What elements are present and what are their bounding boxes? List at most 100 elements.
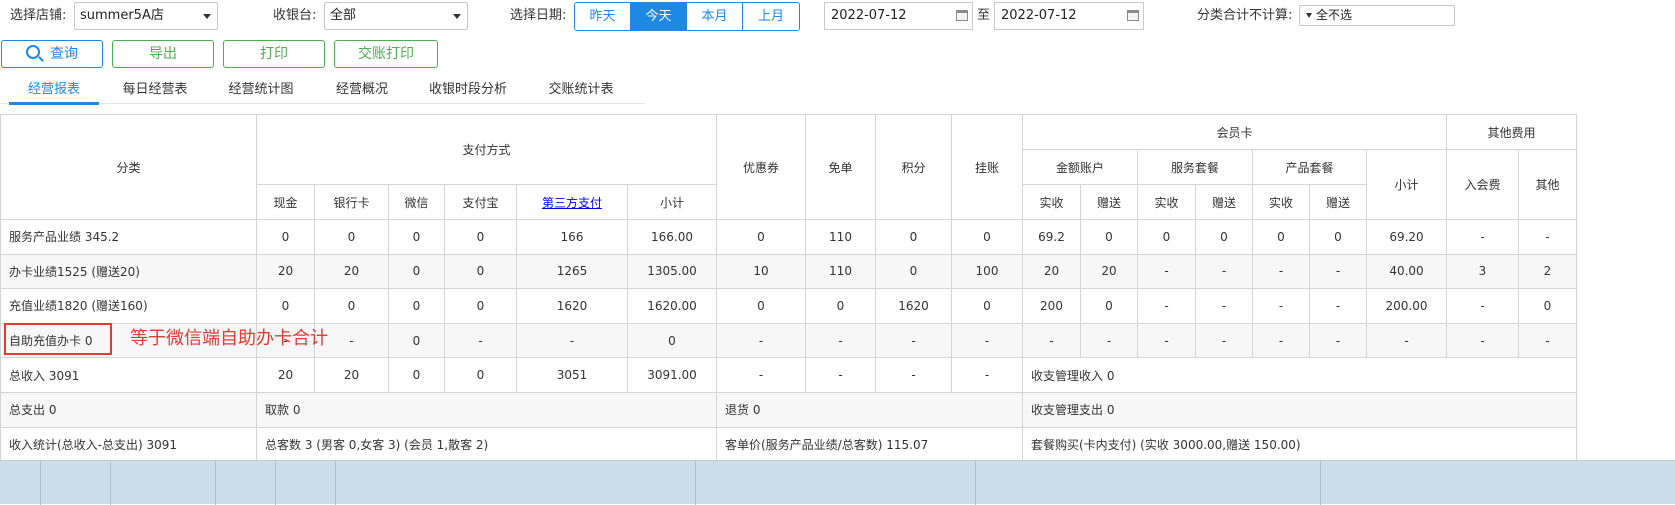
date-quick-buttons: 昨天 今天 本月 上月 [574,2,800,31]
calendar-icon[interactable] [1127,10,1139,21]
table-cell: - [1195,253,1253,290]
finance-income-cell: 收支管理收入 0 [1022,357,1577,393]
header-bonus: 赠送 [1195,184,1253,220]
table-cell: 0 [627,322,717,359]
tab-daily-report[interactable]: 每日经营表 [110,78,200,104]
date-last-month-button[interactable]: 上月 [743,3,799,30]
row-category: 办卡业绩1525 (赠送20) [0,253,257,290]
header-third-party[interactable]: 第三方支付 [516,184,628,220]
table-cell: 10 [716,253,806,290]
annotation-text: 等于微信端自助办卡合计 [130,328,328,349]
date-range-separator: 至 [977,8,991,23]
tab-overview[interactable]: 经营概况 [318,78,406,104]
header-received: 实收 [1022,184,1081,220]
table-cell: - [1518,219,1577,255]
header-alipay: 支付宝 [444,184,517,220]
table-cell: 0 [388,322,445,359]
table-cell: 2 [1518,253,1577,290]
table-cell: - [1252,322,1310,359]
table-cell: 0 [805,288,876,324]
header-other-fees: 其他费用 [1446,114,1577,150]
summary-row: 收入统计(总收入-总支出) 3091 总客数 3 (男客 0,女客 3) (会员… [0,426,1577,463]
export-button[interactable]: 导出 [112,40,214,68]
exclude-category-label: 分类合计不计算: [1197,8,1293,23]
print-button[interactable]: 打印 [223,40,325,68]
header-coupon: 优惠券 [716,114,806,220]
table-row: 办卡业绩1525 (赠送20) 20 20 0 0 1265 1305.00 1… [0,253,1577,290]
header-product-package: 产品套餐 [1252,149,1367,185]
tab-shift-stats[interactable]: 交账统计表 [536,78,626,104]
table-cell: 0 [1080,288,1138,324]
table-cell: 0 [444,357,517,393]
date-from-input[interactable]: 2022-07-12 [824,2,973,30]
table-cell: - [1137,322,1196,359]
date-to-value: 2022-07-12 [1001,8,1077,23]
header-payment-method: 支付方式 [256,114,717,185]
table-cell: - [1309,253,1367,290]
header-wechat: 微信 [388,184,445,220]
date-to-input[interactable]: 2022-07-12 [994,2,1144,30]
register-select-value: 全部 [330,8,357,23]
table-cell: 0 [875,219,952,255]
header-bonus: 赠送 [1309,184,1367,220]
header-points: 积分 [875,114,952,220]
header-amount-account: 金额账户 [1022,149,1138,185]
return-cell: 退货 0 [716,391,1023,428]
table-cell: - [1252,253,1310,290]
search-button-label: 查询 [50,46,78,62]
table-cell: 1620.00 [627,288,717,324]
table-cell: 200.00 [1366,288,1447,324]
table-cell: 0 [314,288,389,324]
date-from-value: 2022-07-12 [831,8,907,23]
tab-business-report[interactable]: 经营报表 [9,78,99,105]
search-button[interactable]: 查询 [1,40,103,68]
table-cell: - [1137,253,1196,290]
tab-time-analysis[interactable]: 收银时段分析 [418,78,518,104]
store-select[interactable]: summer5A店 [74,2,218,30]
summary-row: 总支出 0 取款 0 退货 0 收支管理支出 0 [0,391,1577,428]
header-other: 其他 [1518,149,1577,220]
tab-stats-chart[interactable]: 经营统计图 [216,78,306,104]
header-pay-subtotal: 小计 [627,184,717,220]
header-cash: 现金 [256,184,315,220]
date-this-month-button[interactable]: 本月 [687,3,743,30]
table-cell: 0 [388,357,445,393]
table-cell: 110 [805,219,876,255]
table-cell: 69.2 [1022,219,1081,255]
table-cell: 3 [1446,253,1519,290]
date-today-button[interactable]: 今天 [631,3,687,30]
package-purchase-cell: 套餐购买(卡内支付) (实收 3000.00,赠送 150.00) [1022,426,1577,463]
chevron-down-icon [453,14,461,19]
table-cell: 69.20 [1366,219,1447,255]
footer-strip [0,460,1675,505]
exclude-category-select[interactable]: 全不选 [1299,5,1455,26]
table-cell: 110 [805,253,876,290]
table-cell: 40.00 [1366,253,1447,290]
third-party-payment-link[interactable]: 第三方支付 [542,196,602,210]
table-cell: 200 [1022,288,1081,324]
table-cell: - [716,357,806,393]
table-cell: - [875,322,952,359]
table-cell: - [716,322,806,359]
date-yesterday-button[interactable]: 昨天 [575,3,631,30]
table-cell: 100 [951,253,1023,290]
table-cell: 0 [716,288,806,324]
header-join-fee: 入会费 [1446,149,1519,220]
header-received: 实收 [1252,184,1310,220]
register-select[interactable]: 全部 [324,2,468,30]
register-label: 收银台: [273,8,317,23]
store-label: 选择店铺: [10,8,67,23]
table-cell: 0 [1137,219,1196,255]
calendar-icon[interactable] [956,10,968,21]
table-cell: 1620 [875,288,952,324]
shift-print-button[interactable]: 交账打印 [334,40,438,68]
chevron-down-icon [203,14,211,19]
total-expense-cell: 总支出 0 [0,391,257,428]
table-cell: - [1309,322,1367,359]
withdrawal-cell: 取款 0 [256,391,717,428]
table-cell: 0 [256,288,315,324]
table-cell: 20 [1022,253,1081,290]
table-cell: 0 [256,219,315,255]
table-cell: - [1446,219,1519,255]
table-cell: 3051 [516,357,628,393]
